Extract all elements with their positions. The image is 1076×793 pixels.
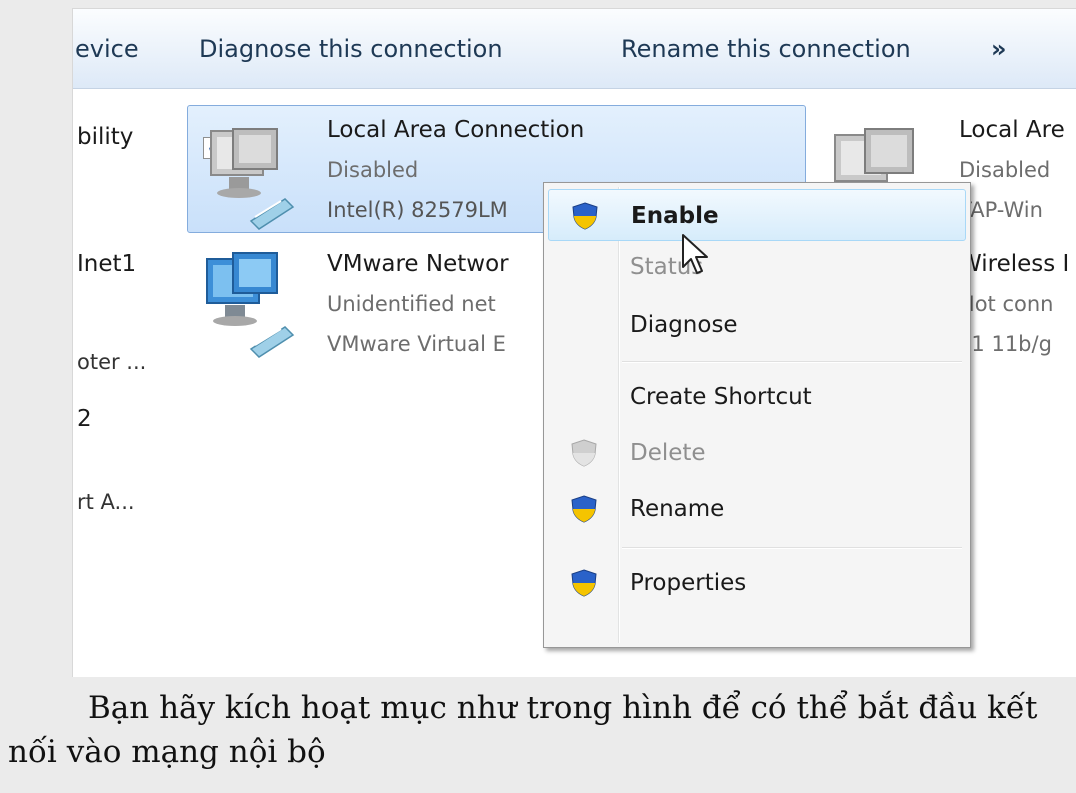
connection-device: x1 11b/g — [959, 332, 1052, 356]
menu-separator — [622, 361, 962, 363]
mouse-cursor-icon — [682, 234, 708, 274]
menu-item-enable[interactable]: Enable — [548, 189, 966, 241]
connection-device: Intel(R) 82579LM — [327, 198, 508, 222]
network-connections-window: evice Diagnose this connection Rename th… — [72, 8, 1076, 677]
network-adapter-gray-icon — [210, 128, 295, 230]
menu-item-diagnose[interactable]: Diagnose — [548, 299, 966, 351]
menu-item-create-shortcut[interactable]: Create Shortcut — [548, 371, 966, 423]
command-bar: evice Diagnose this connection Rename th… — [73, 9, 1076, 89]
menu-item-properties[interactable]: Properties — [548, 557, 966, 609]
diagnose-connection-button[interactable]: Diagnose this connection — [199, 35, 503, 63]
connection-name: VMware Networ — [327, 251, 509, 277]
menu-separator — [622, 547, 962, 549]
menu-item-label: Delete — [630, 440, 706, 466]
connection-name: Local Are — [959, 117, 1065, 143]
menu-item-rename[interactable]: Rename — [548, 483, 966, 535]
toolbar-device-button[interactable]: evice — [75, 35, 139, 63]
left-item-label: Inet1 — [77, 251, 137, 277]
menu-item-label: Diagnose — [630, 312, 738, 338]
more-commands-button[interactable]: » — [991, 35, 1007, 63]
connection-name: Wireless I — [959, 251, 1070, 277]
uac-shield-icon — [572, 202, 598, 230]
context-menu: Enable Status Diagnose Create Shortcut D… — [543, 182, 971, 648]
uac-shield-disabled-icon — [571, 439, 597, 467]
left-item-label: rt A... — [77, 490, 135, 514]
connection-status: Not conn — [959, 292, 1054, 316]
network-adapter-blue-icon — [206, 252, 295, 358]
menu-item-delete[interactable]: Delete — [548, 427, 966, 479]
connection-status: Disabled — [327, 158, 419, 182]
uac-shield-icon — [571, 569, 597, 597]
left-item-label: oter ... — [77, 350, 147, 374]
connection-status: Unidentified net — [327, 292, 496, 316]
article-frame: evice Diagnose this connection Rename th… — [0, 0, 1076, 793]
uac-shield-icon — [571, 495, 597, 523]
menu-item-status[interactable]: Status — [548, 241, 966, 293]
menu-item-label: Properties — [630, 570, 747, 596]
menu-item-label: Create Shortcut — [630, 384, 812, 410]
connection-name: Local Area Connection — [327, 117, 585, 143]
connection-device: TAP-Win — [959, 198, 1043, 222]
left-item-label: 2 — [77, 406, 92, 432]
caption-line: Bạn hãy kích hoạt mục như trong hình để … — [8, 690, 1038, 770]
connection-device: VMware Virtual E — [327, 332, 506, 356]
connection-status: Disabled — [959, 158, 1051, 182]
left-item-label: bility — [77, 124, 134, 150]
menu-item-label: Rename — [630, 496, 725, 522]
caption-text: Bạn hãy kích hoạt mục như trong hình để … — [8, 686, 1068, 774]
rename-connection-button[interactable]: Rename this connection — [621, 35, 911, 63]
